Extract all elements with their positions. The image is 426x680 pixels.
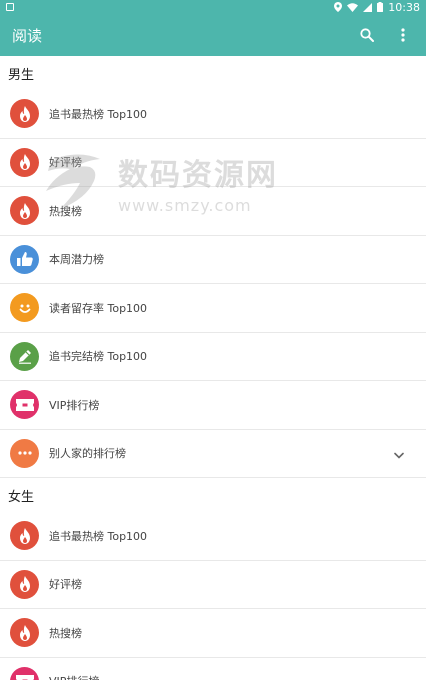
- flame-icon: [10, 196, 39, 226]
- app-bar: 阅读: [0, 14, 426, 56]
- chevron-down-icon[interactable]: [394, 444, 404, 463]
- list-item[interactable]: 追书最热榜 Top100: [0, 512, 426, 561]
- battery-icon: [377, 2, 384, 12]
- section-header: 男生: [8, 67, 35, 83]
- list-item-label: 别人家的排行榜: [49, 447, 126, 461]
- location-icon: [334, 2, 343, 12]
- list-item-label: 追书最热榜 Top100: [49, 529, 148, 543]
- vip-ticket-icon: [10, 666, 39, 680]
- list-item[interactable]: VIP排行榜: [0, 381, 426, 430]
- list-item[interactable]: 好评榜: [0, 139, 426, 187]
- more-dots-icon: [10, 438, 39, 468]
- overflow-menu-button[interactable]: [392, 24, 414, 46]
- list-item-label: VIP排行榜: [49, 398, 100, 412]
- search-icon: [360, 28, 374, 42]
- flame-icon: [10, 147, 39, 177]
- signal-icon: [363, 2, 373, 12]
- app-window: 10:38 阅读 男生 追书最热榜 Top100 好评榜 热搜榜 本周潜力榜 读者留存率 …: [0, 0, 426, 680]
- list-item-label: VIP排行榜: [49, 673, 99, 680]
- list-item[interactable]: 追书完结榜 Top100: [0, 333, 426, 381]
- list-item-label: 追书完结榜 Top100: [49, 350, 148, 364]
- list-item-label: 好评榜: [49, 578, 82, 592]
- list-item[interactable]: 追书最热榜 Top100: [0, 90, 426, 139]
- page-title: 阅读: [12, 26, 43, 45]
- list-item[interactable]: 本周潜力榜: [0, 236, 426, 284]
- flame-icon: [10, 569, 39, 599]
- status-time: 10:38: [388, 0, 420, 14]
- list-item[interactable]: 读者留存率 Top100: [0, 284, 426, 333]
- search-button[interactable]: [356, 24, 378, 46]
- section-header: 女生: [8, 489, 35, 505]
- list-item[interactable]: 别人家的排行榜: [0, 430, 426, 478]
- vip-ticket-icon: [10, 390, 39, 420]
- list-item-label: 追书最热榜 Top100: [49, 107, 148, 121]
- flame-icon: [10, 618, 39, 648]
- wifi-icon: [347, 2, 359, 12]
- list-item-label: 热搜榜: [49, 204, 82, 218]
- flame-icon: [10, 99, 39, 129]
- status-bar: 10:38: [0, 0, 426, 14]
- list-item-label: 热搜榜: [49, 626, 82, 640]
- smiley-icon: [10, 293, 39, 323]
- list-item[interactable]: 好评榜: [0, 561, 426, 609]
- list-item[interactable]: 热搜榜: [0, 609, 426, 658]
- list-item-label: 本周潜力榜: [49, 253, 104, 267]
- status-icons: 10:38: [334, 1, 420, 14]
- pen-icon: [10, 341, 39, 371]
- notification-icon: [6, 3, 14, 11]
- list-item[interactable]: 热搜榜: [0, 187, 426, 236]
- list-item-label: 好评榜: [49, 156, 82, 170]
- flame-icon: [10, 521, 39, 551]
- list-item-label: 读者留存率 Top100: [49, 301, 148, 315]
- more-vert-icon: [401, 28, 405, 42]
- thumbs-up-icon: [10, 244, 39, 274]
- list-item[interactable]: VIP排行榜: [0, 658, 426, 680]
- rank-list: 男生 追书最热榜 Top100 好评榜 热搜榜 本周潜力榜 读者留存率 Top100 追书完…: [0, 56, 426, 680]
